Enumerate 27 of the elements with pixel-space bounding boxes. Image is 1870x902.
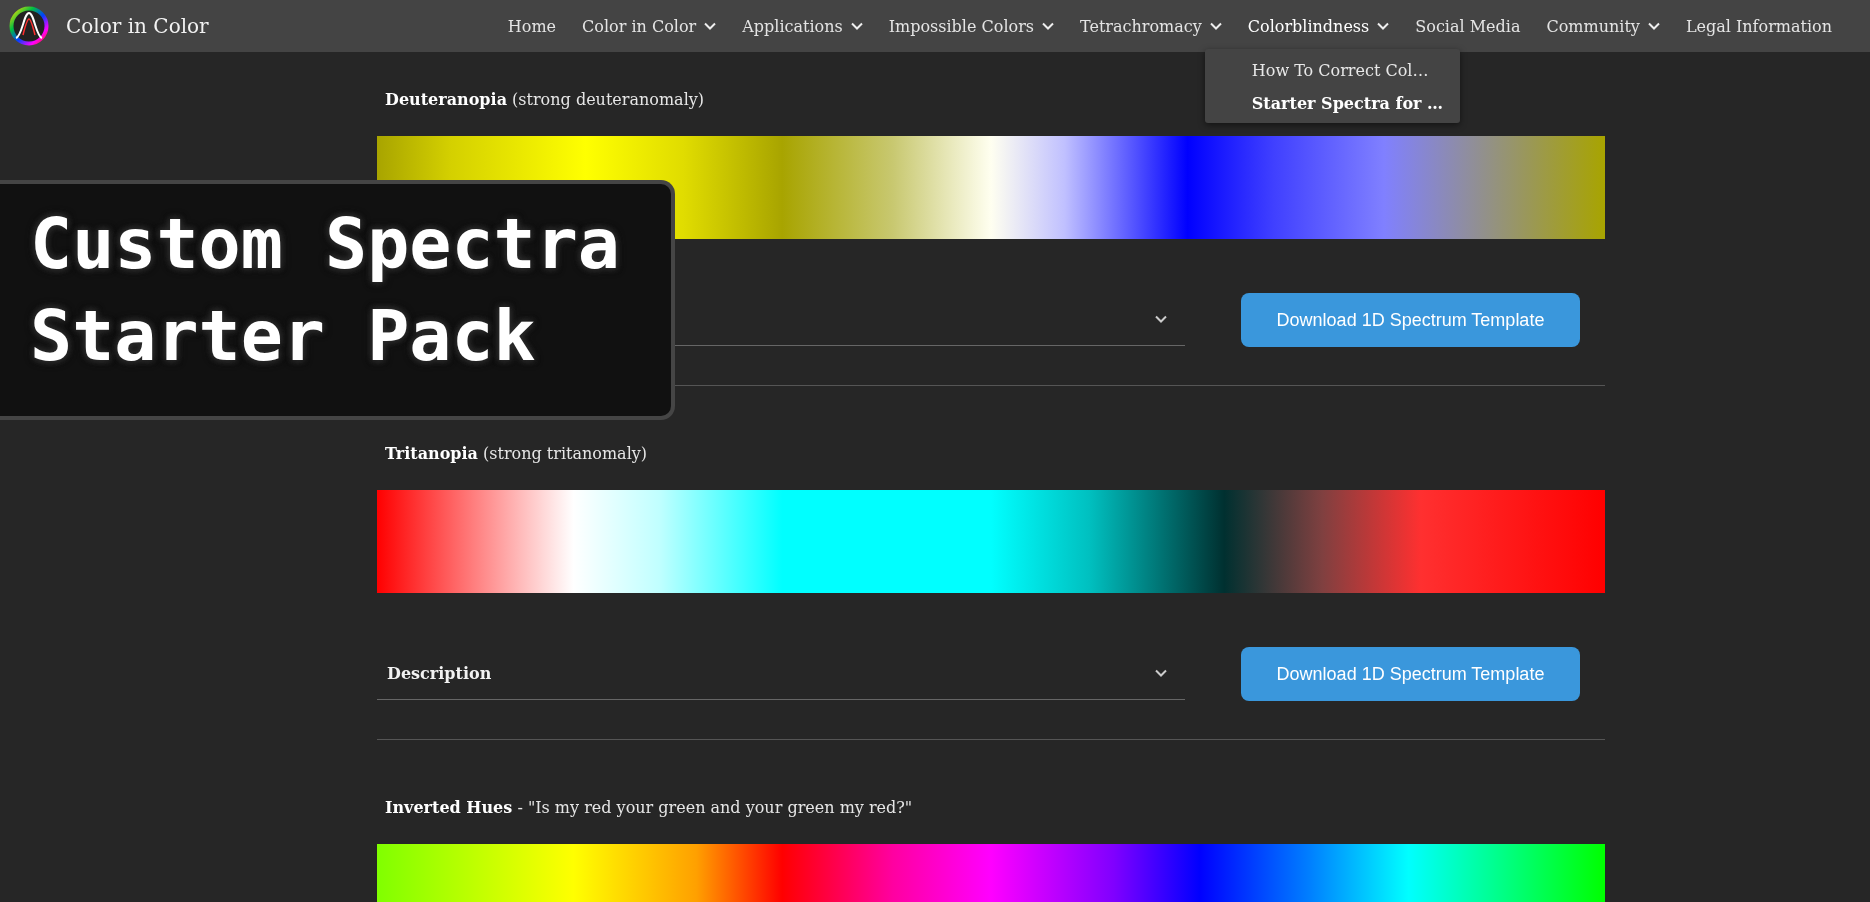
chevron-down-icon xyxy=(850,22,863,30)
nav-link[interactable]: Colorblindness xyxy=(1247,10,1390,42)
spectrum-caption: Inverted Hues - "Is my red your green and your green my red?" xyxy=(384,797,913,819)
menu-item[interactable]: Starter Spectra for … xyxy=(1251,93,1460,113)
chevron-down-icon xyxy=(1647,22,1660,30)
nav-link[interactable]: Applications xyxy=(742,10,863,42)
site-title[interactable]: Color in Color xyxy=(66,14,209,38)
nav-link[interactable]: Community xyxy=(1546,10,1660,42)
chevron-down-icon xyxy=(1155,315,1167,323)
spectrum-caption: Tritanopia (strong tritanomaly) xyxy=(384,443,648,465)
nav-link[interactable]: Legal Information xyxy=(1685,10,1832,42)
banner-title: Custom Spectra xyxy=(30,202,620,287)
chevron-down-icon xyxy=(704,22,717,30)
chevron-down-icon xyxy=(1042,22,1054,30)
nav-link[interactable]: Color in Color xyxy=(582,10,717,42)
nav-link[interactable]: Social Media xyxy=(1415,10,1521,42)
nav-link[interactable]: Tetrachromacy xyxy=(1080,10,1222,42)
chevron-down-icon xyxy=(1209,22,1222,30)
spectrum-caption: Deuteranopia (strong deuteranomaly) xyxy=(384,89,705,111)
banner-title: Starter Pack xyxy=(30,294,536,379)
description-dropdown[interactable]: Description xyxy=(377,647,1185,700)
nav-link[interactable]: Impossible Colors xyxy=(888,10,1054,42)
chevron-down-icon xyxy=(1155,669,1167,677)
menu-item[interactable]: How To Correct Col… xyxy=(1251,60,1460,80)
nav-link[interactable]: Home xyxy=(507,10,557,42)
logo-icon[interactable] xyxy=(8,5,50,47)
chevron-down-icon xyxy=(1377,22,1390,30)
